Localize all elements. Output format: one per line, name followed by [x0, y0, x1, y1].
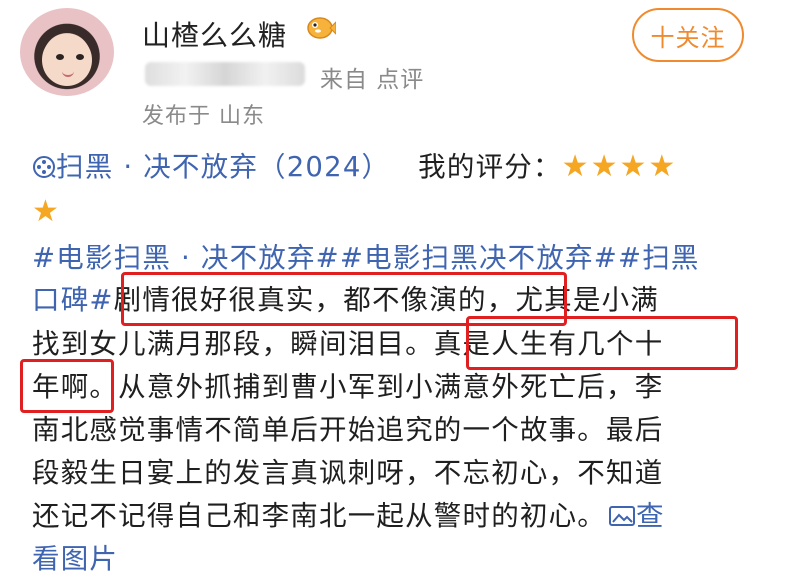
blurred-username — [145, 62, 305, 86]
movie-rating-row: 扫黑 · 决不放弃（2024） 我的评分：★★★★ — [32, 145, 677, 189]
view-pictures-link[interactable]: 查 — [636, 500, 665, 532]
movie-link[interactable]: 扫黑 · 决不放弃（2024） — [56, 151, 390, 183]
rating-stars-overflow: ★ — [32, 194, 61, 229]
review-text: 还记不记得自己和李南北一起从警时的初心。 — [32, 500, 606, 532]
pufferfish-badge-icon — [307, 17, 336, 39]
highlight-box-2b — [20, 359, 114, 413]
post-source: 来自 点评 — [320, 67, 425, 93]
rating-stars: ★★★★ — [561, 149, 678, 184]
author-name[interactable]: 山楂么么糖 — [142, 14, 287, 54]
film-reel-icon — [33, 156, 56, 178]
review-text: 找到女儿满月那段，瞬间泪目。 — [32, 328, 434, 360]
publish-location: 发布于 山东 — [142, 104, 265, 129]
follow-button[interactable]: 十关注 — [632, 8, 744, 62]
highlight-box-2a — [466, 316, 738, 370]
image-icon[interactable] — [608, 504, 636, 528]
hashtag-tail[interactable]: 口碑# — [32, 284, 114, 316]
rating-label: 我的评分： — [418, 151, 562, 183]
view-pictures-link-cont[interactable]: 看图片 — [32, 537, 118, 581]
review-line-7: 还记不记得自己和李南北一起从警时的初心。 查 — [32, 494, 665, 538]
review-line-6: 段毅生日宴上的发言真讽刺呀，不忘初心，不知道 — [32, 457, 664, 489]
avatar[interactable] — [20, 8, 114, 96]
review-line-5: 南北感觉事情不简单后开始追究的一个故事。最后 — [32, 414, 664, 446]
review-text: 。从意外抓捕到曹小军到小满意外死亡后，李 — [89, 371, 664, 403]
review-line-4: 年啊。从意外抓捕到曹小军到小满意外死亡后，李 — [32, 365, 663, 409]
